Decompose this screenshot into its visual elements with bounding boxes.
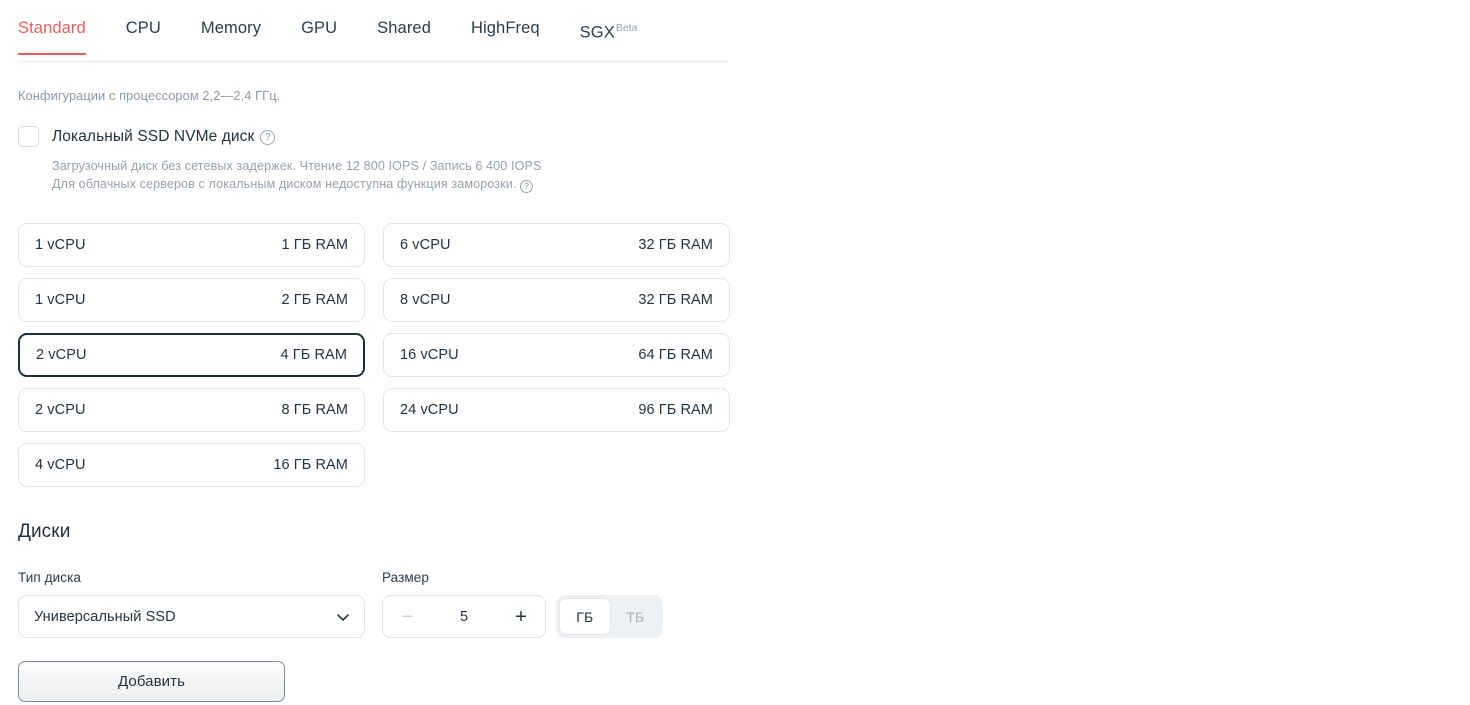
- config-card-ram: 2 ГБ RAM: [281, 292, 348, 308]
- configuration-card-grid: 1 vCPU 1 ГБ RAM 1 vCPU 2 ГБ RAM 2 vCPU 4 ГБ R…: [18, 223, 730, 487]
- tab-cpu[interactable]: CPU: [126, 18, 161, 54]
- server-config-page: Standard CPU Memory GPU Shared HighFreq SGXBet…: [0, 0, 1470, 705]
- local-ssd-desc-line-2-wrap: Для облачных серверов с локальным диском…: [52, 175, 541, 193]
- disk-size-label: Размер: [382, 570, 429, 585]
- tab-sgx[interactable]: SGXBeta: [580, 18, 638, 59]
- tab-label: Shared: [377, 19, 431, 37]
- local-ssd-block: Локальный SSD NVMe диск ? Загрузочный ди…: [18, 126, 541, 193]
- config-card-cpu: 4 vCPU: [35, 457, 86, 473]
- add-disk-button[interactable]: Добавить: [18, 661, 285, 702]
- config-card[interactable]: 24 vCPU 96 ГБ RAM: [383, 388, 730, 432]
- unit-option-tb[interactable]: ТБ: [611, 598, 661, 635]
- config-card-cpu: 16 vCPU: [400, 347, 459, 363]
- tab-beta-badge: Beta: [616, 22, 638, 34]
- config-card-ram: 64 ГБ RAM: [638, 347, 713, 363]
- processor-subtitle: Конфигурации с процессором 2,2—2,4 ГГц.: [18, 88, 280, 103]
- disk-type-label: Тип диска: [18, 570, 81, 585]
- chevron-down-icon[interactable]: [336, 610, 349, 623]
- tab-label: Memory: [201, 19, 261, 37]
- config-card[interactable]: 4 vCPU 16 ГБ RAM: [18, 443, 365, 487]
- config-type-tabs: Standard CPU Memory GPU Shared HighFreq SGXBet…: [18, 18, 728, 62]
- tab-gpu[interactable]: GPU: [301, 18, 337, 54]
- question-circle-icon[interactable]: ?: [260, 130, 275, 145]
- tab-label: GPU: [301, 19, 337, 37]
- config-card[interactable]: 6 vCPU 32 ГБ RAM: [383, 223, 730, 267]
- config-card[interactable]: 16 vCPU 64 ГБ RAM: [383, 333, 730, 377]
- question-circle-icon-2[interactable]: ?: [520, 180, 533, 193]
- config-card-cpu: 24 vCPU: [400, 402, 459, 418]
- config-card-ram: 4 ГБ RAM: [280, 347, 347, 363]
- tab-label: Standard: [18, 19, 86, 37]
- tab-highfreq[interactable]: HighFreq: [471, 18, 540, 54]
- config-card-ram: 96 ГБ RAM: [638, 402, 713, 418]
- local-ssd-checkbox[interactable]: [18, 126, 39, 147]
- local-ssd-description: Загрузочный диск без сетевых задержек. Ч…: [52, 157, 541, 193]
- disks-section-title: Диски: [18, 521, 70, 543]
- unit-option-gb[interactable]: ГБ: [559, 598, 611, 635]
- config-card-cpu: 2 vCPU: [35, 402, 86, 418]
- config-card-cpu: 1 vCPU: [35, 292, 86, 308]
- config-card[interactable]: 2 vCPU 8 ГБ RAM: [18, 388, 365, 432]
- disk-type-value: Универсальный SSD: [34, 609, 176, 625]
- local-ssd-desc-line-2: Для облачных серверов с локальным диском…: [52, 177, 516, 191]
- config-card[interactable]: 1 vCPU 2 ГБ RAM: [18, 278, 365, 322]
- config-card-ram: 8 ГБ RAM: [281, 402, 348, 418]
- tab-memory[interactable]: Memory: [201, 18, 261, 54]
- local-ssd-desc-line-1: Загрузочный диск без сетевых задержек. Ч…: [52, 157, 541, 175]
- config-card-cpu: 8 vCPU: [400, 292, 451, 308]
- config-card[interactable]: 8 vCPU 32 ГБ RAM: [383, 278, 730, 322]
- disk-size-value[interactable]: 5: [460, 609, 468, 625]
- disk-size-unit-toggle: ГБТБ: [556, 595, 663, 638]
- config-card-cpu: 6 vCPU: [400, 237, 451, 253]
- config-card-ram: 32 ГБ RAM: [638, 292, 713, 308]
- disk-size-stepper: − 5 +: [382, 595, 546, 638]
- config-card-ram: 16 ГБ RAM: [273, 457, 348, 473]
- decrement-button[interactable]: −: [398, 607, 416, 627]
- local-ssd-label-wrap[interactable]: Локальный SSD NVMe диск ?: [52, 128, 275, 146]
- config-card[interactable]: 1 vCPU 1 ГБ RAM: [18, 223, 365, 267]
- local-ssd-checkbox-row[interactable]: Локальный SSD NVMe диск ?: [18, 126, 541, 147]
- disk-type-select[interactable]: Универсальный SSD: [18, 595, 365, 638]
- tab-label: SGX: [580, 24, 615, 42]
- tab-shared[interactable]: Shared: [377, 18, 431, 54]
- config-card-cpu: 1 vCPU: [35, 237, 86, 253]
- local-ssd-label: Локальный SSD NVMe диск: [52, 128, 254, 146]
- tab-label: HighFreq: [471, 19, 540, 37]
- increment-button[interactable]: +: [512, 607, 530, 627]
- config-card-cpu: 2 vCPU: [36, 347, 87, 363]
- tab-label: CPU: [126, 19, 161, 37]
- config-card-ram: 32 ГБ RAM: [638, 237, 713, 253]
- config-card-ram: 1 ГБ RAM: [281, 237, 348, 253]
- config-card[interactable]: 2 vCPU 4 ГБ RAM: [18, 333, 365, 377]
- tab-standard[interactable]: Standard: [18, 18, 86, 54]
